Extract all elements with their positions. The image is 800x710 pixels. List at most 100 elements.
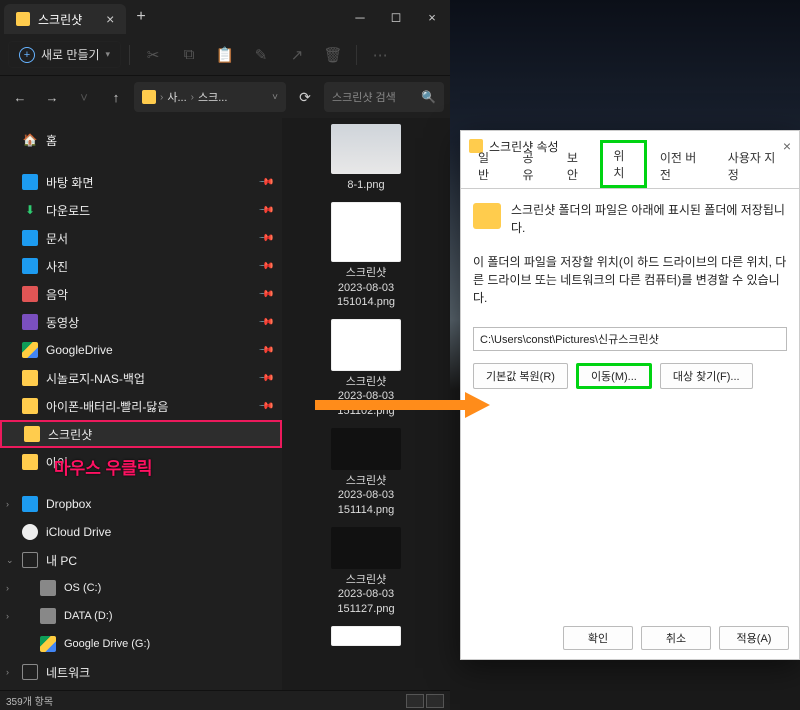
sidebar-iphone[interactable]: 아이폰-배터리-빨리-닳음📌	[0, 392, 282, 420]
sidebar-item-label: 음악	[46, 286, 68, 303]
tab-custom[interactable]: 사용자 지정	[717, 144, 793, 188]
tab-security[interactable]: 보안	[556, 144, 598, 188]
thumbnail	[331, 124, 401, 174]
cancel-button[interactable]: 취소	[641, 626, 711, 650]
tab-location[interactable]: 위치	[600, 140, 646, 188]
chevron-icon[interactable]: ›	[6, 611, 9, 621]
chevron-icon[interactable]: ›	[6, 583, 9, 593]
sidebar-icloud[interactable]: iCloud Drive	[0, 518, 282, 546]
file-item[interactable]: 스크린샷 2023-08-03 151014.png	[282, 202, 450, 309]
sidebar-music[interactable]: 음악📌	[0, 280, 282, 308]
rename-icon[interactable]: ✎	[246, 40, 276, 70]
home-icon: 🏠	[22, 132, 38, 148]
sidebar-synology[interactable]: 시놀로지-NAS-백업📌	[0, 364, 282, 392]
restore-default-button[interactable]: 기본값 복원(R)	[473, 363, 568, 389]
item-count: 359개 항목	[6, 693, 53, 708]
gdrive-icon	[40, 636, 56, 652]
up-history-button[interactable]: ˅	[70, 83, 98, 111]
sidebar-osc[interactable]: ›OS (C:)	[0, 574, 282, 602]
thumbnail	[331, 527, 401, 569]
cut-icon[interactable]: ✂	[138, 40, 168, 70]
search-input[interactable]: 스크린샷 검색 🔍	[324, 82, 444, 112]
path-input[interactable]: C:\Users\const\Pictures\신규스크린샷	[473, 327, 787, 351]
file-item[interactable]: 8-1.png	[282, 124, 450, 192]
dialog-info-text: 스크린샷 폴더의 파일은 아래에 표시된 폴더에 저장됩니다.	[511, 201, 787, 237]
sidebar-dropbox[interactable]: ›Dropbox	[0, 490, 282, 518]
chevron-icon[interactable]: ⌄	[6, 555, 14, 566]
pc-icon	[22, 552, 38, 568]
share-icon[interactable]: ↗	[282, 40, 312, 70]
sidebar-gdrive[interactable]: GoogleDrive📌	[0, 336, 282, 364]
folder-icon	[24, 426, 40, 442]
thumbnail	[331, 626, 401, 646]
chevron-icon[interactable]: ›	[6, 667, 9, 677]
address-bar[interactable]: › 사... › 스크... ˅	[134, 82, 286, 112]
ok-button[interactable]: 확인	[563, 626, 633, 650]
chevron-down-icon[interactable]: ˅	[272, 92, 278, 103]
new-button[interactable]: + 새로 만들기 ▾	[8, 41, 121, 68]
refresh-button[interactable]: ⟳	[290, 82, 320, 112]
move-button[interactable]: 이동(M)...	[576, 363, 652, 389]
find-target-button[interactable]: 대상 찾기(F)...	[660, 363, 753, 389]
breadcrumb-seg[interactable]: 스크...	[198, 89, 227, 105]
apply-button[interactable]: 적용(A)	[719, 626, 789, 650]
tab-add-button[interactable]: +	[136, 8, 145, 26]
sidebar-downloads[interactable]: ⬇다운로드📌	[0, 196, 282, 224]
close-icon[interactable]: ×	[106, 11, 114, 27]
tab-general[interactable]: 일반	[467, 144, 509, 188]
more-icon[interactable]: ⋯	[365, 40, 395, 70]
sidebar-item-label: 네트워크	[46, 664, 90, 681]
copy-icon[interactable]: ⧉	[174, 40, 204, 70]
pin-icon: 📌	[257, 230, 274, 247]
back-button[interactable]: ←	[6, 83, 34, 111]
file-item[interactable]: 스크린샷 2023-08-03 151127.png	[282, 527, 450, 616]
pin-icon: 📌	[257, 342, 274, 359]
file-item[interactable]	[282, 626, 450, 650]
sidebar: 🏠홈 바탕 화면📌 ⬇다운로드📌 문서📌 사진📌 음악📌 동영상📌 Google…	[0, 118, 282, 690]
disk-icon	[40, 580, 56, 596]
maximize-button[interactable]: ◻	[378, 2, 414, 32]
dialog-tabs: 일반 공유 보안 위치 이전 버전 사용자 지정	[461, 161, 799, 189]
breadcrumb-seg[interactable]: 사...	[167, 89, 186, 105]
file-name: 스크린샷 2023-08-03 151127.png	[337, 573, 394, 616]
folder-icon	[142, 90, 156, 104]
sidebar-item-label: 스크린샷	[48, 426, 92, 443]
forward-button[interactable]: →	[38, 83, 66, 111]
sidebar-item-label: DATA (D:)	[64, 610, 112, 622]
sidebar-item-label: 내 PC	[46, 552, 77, 569]
chevron-down-icon: ▾	[106, 49, 111, 60]
sidebar-pictures[interactable]: 사진📌	[0, 252, 282, 280]
tab-screenshots[interactable]: 스크린샷 ×	[4, 4, 126, 34]
minimize-button[interactable]: ─	[342, 2, 378, 32]
sidebar-desktop[interactable]: 바탕 화면📌	[0, 168, 282, 196]
chevron-icon[interactable]: ›	[6, 499, 9, 509]
sidebar-item-label: 바탕 화면	[46, 174, 94, 191]
delete-icon[interactable]: 🗑	[318, 40, 348, 70]
pin-icon: 📌	[257, 258, 274, 275]
file-item[interactable]: 스크린샷 2023-08-03 151114.png	[282, 428, 450, 517]
paste-icon[interactable]: 📋	[210, 40, 240, 70]
dialog-body: 스크린샷 폴더의 파일은 아래에 표시된 폴더에 저장됩니다. 이 폴더의 파일…	[461, 189, 799, 617]
sidebar-network[interactable]: › 네트워크	[0, 658, 282, 686]
sidebar-videos[interactable]: 동영상📌	[0, 308, 282, 336]
folder-icon	[22, 398, 38, 414]
dropbox-icon	[22, 496, 38, 512]
sidebar-screenshots[interactable]: 스크린샷	[0, 420, 282, 448]
grid-view-button[interactable]	[426, 694, 444, 708]
icloud-icon	[22, 524, 38, 540]
tab-share[interactable]: 공유	[511, 144, 553, 188]
sidebar-home[interactable]: 🏠홈	[0, 126, 282, 154]
sidebar-mypc[interactable]: ⌄ 내 PC	[0, 546, 282, 574]
sidebar-datad[interactable]: › DATA (D:)	[0, 602, 282, 630]
sidebar-gdriveg[interactable]: Google Drive (G:)	[0, 630, 282, 658]
list-view-button[interactable]	[406, 694, 424, 708]
close-button[interactable]: ×	[414, 2, 450, 32]
sidebar-documents[interactable]: 문서 📌	[0, 224, 282, 252]
sidebar-item-label: 문서	[46, 230, 68, 247]
pin-icon: 📌	[257, 398, 274, 415]
up-button[interactable]: ↑	[102, 83, 130, 111]
tab-prev[interactable]: 이전 버전	[649, 144, 715, 188]
status-bar: 359개 항목	[0, 690, 450, 710]
folder-icon	[16, 12, 30, 26]
annotation-arrow	[310, 390, 490, 423]
